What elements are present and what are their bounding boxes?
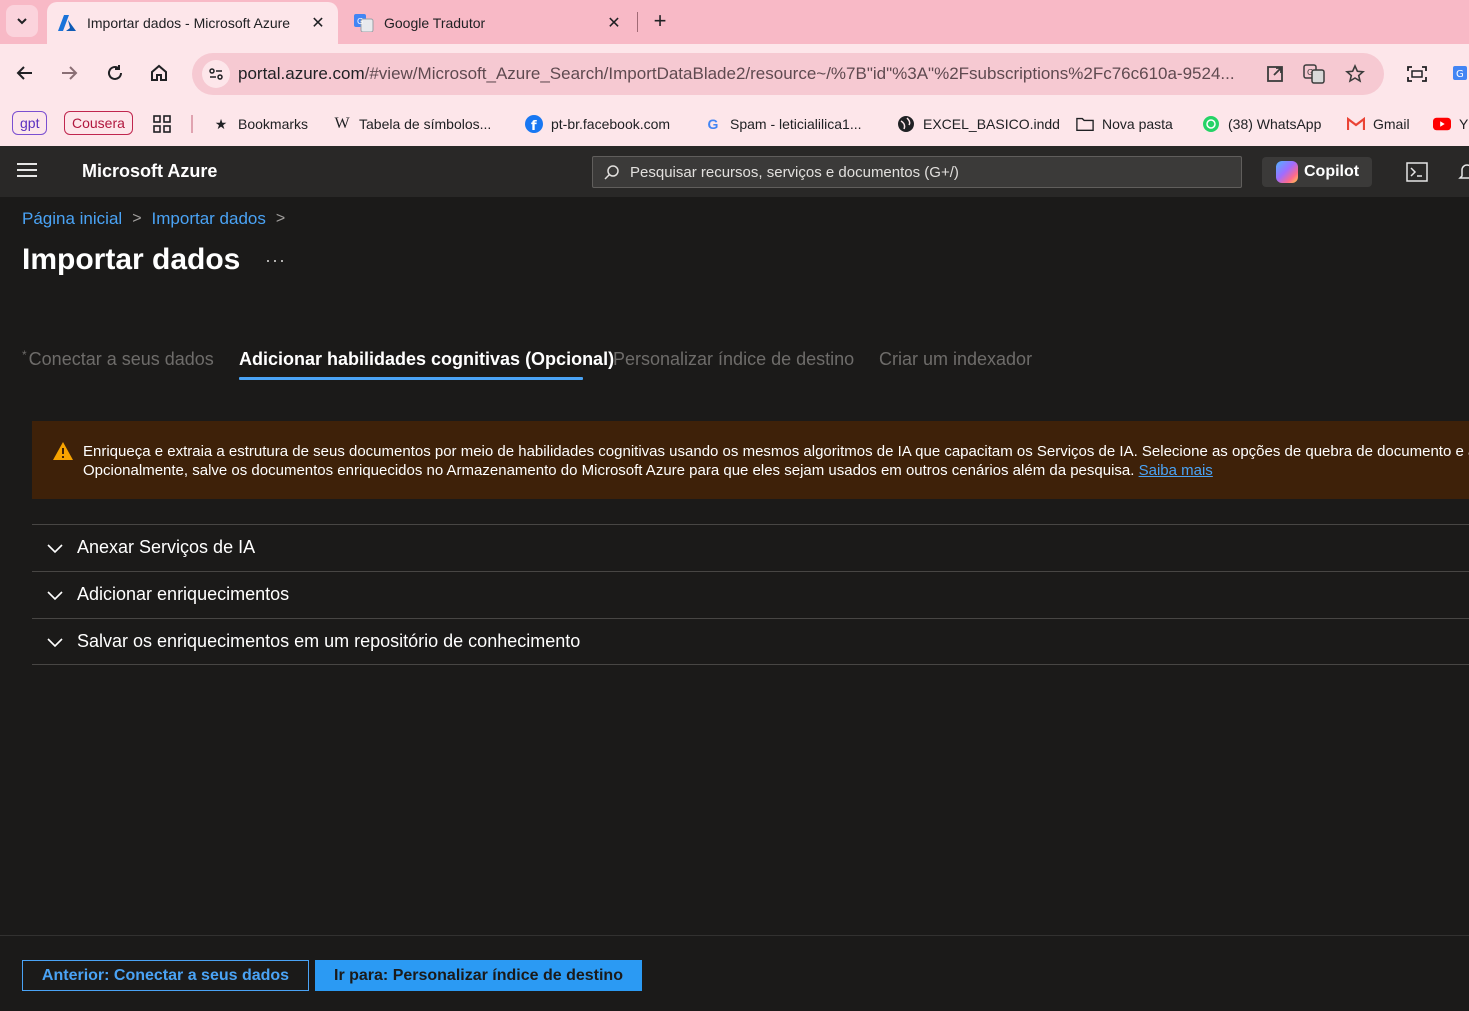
- chevron-down-icon: [47, 591, 63, 601]
- bookmark-gpt[interactable]: gpt: [12, 111, 48, 135]
- search-placeholder: Pesquisar recursos, serviços e documento…: [630, 164, 959, 181]
- close-icon[interactable]: ✕: [306, 11, 330, 35]
- svg-text:G: G: [1307, 68, 1313, 77]
- open-in-app-icon[interactable]: [1264, 63, 1286, 85]
- browser-toolbar: portal.azure.com/#view/Microsoft_Azure_S…: [0, 44, 1469, 102]
- arrow-right-icon: [62, 66, 78, 80]
- copilot-label: Copilot: [1304, 163, 1360, 180]
- copilot-button[interactable]: Copilot: [1262, 157, 1372, 187]
- arrow-left-icon: [16, 66, 32, 80]
- tab-title: Importar dados - Microsoft Azure: [87, 15, 291, 31]
- more-options-icon[interactable]: ···: [265, 250, 286, 271]
- browser-tab-translate[interactable]: G Google Tradutor ✕: [344, 2, 634, 44]
- bookmark-gmail[interactable]: Gmail: [1347, 112, 1410, 136]
- next-button[interactable]: Ir para: Personalizar índice de destino: [315, 960, 642, 991]
- tab-title: Google Tradutor: [384, 15, 486, 31]
- copilot-icon: [1276, 161, 1298, 183]
- chevron-down-icon: [47, 638, 63, 648]
- chevron-down-icon: [47, 544, 63, 554]
- bookmark-tabela[interactable]: W Tabela de símbolos...: [333, 112, 491, 136]
- svg-text:G: G: [357, 17, 363, 26]
- browser-tab-bar: Importar dados - Microsoft Azure ✕ G Goo…: [0, 0, 1469, 44]
- warning-banner: Enriqueça e extraia a estrutura de seus …: [32, 421, 1469, 499]
- tab-habilidades[interactable]: Adicionar habilidades cognitivas (Opcion…: [239, 349, 614, 370]
- facebook-icon: f: [525, 115, 543, 133]
- bookmark-excel[interactable]: EXCEL_BASICO.indd: [897, 112, 1060, 136]
- bookmark-whatsapp[interactable]: (38) WhatsApp: [1202, 112, 1321, 136]
- accordion-label: Anexar Serviços de IA: [77, 537, 256, 557]
- bookmark-youtube[interactable]: Y: [1433, 112, 1468, 136]
- saiba-mais-link[interactable]: Saiba mais: [1139, 462, 1213, 479]
- accordion-anexar-servicos[interactable]: Anexar Serviços de IA: [32, 524, 1469, 571]
- required-asterisk: *: [22, 348, 27, 362]
- bookmarks-bar: gpt Cousera ★ Bookmarks W Tabela de símbol…: [0, 102, 1469, 146]
- globe-icon: [897, 115, 915, 133]
- bookmark-separator: [191, 115, 193, 133]
- tab-search-button[interactable]: [6, 5, 38, 37]
- screenshot-icon[interactable]: [1405, 62, 1429, 86]
- reload-button[interactable]: [100, 58, 130, 88]
- chevron-right-icon: >: [275, 210, 286, 227]
- close-icon[interactable]: ✕: [602, 11, 626, 35]
- youtube-icon: [1433, 115, 1451, 133]
- translate-page-icon[interactable]: G: [1303, 63, 1325, 85]
- accordion-salvar-enriquecimentos[interactable]: Salvar os enriquecimentos em um repositó…: [32, 618, 1469, 665]
- breadcrumb-importar[interactable]: Importar dados: [152, 209, 266, 229]
- home-button[interactable]: [144, 58, 174, 88]
- bookmark-cousera[interactable]: Cousera: [64, 111, 133, 135]
- tab-conectar[interactable]: * Conectar a seus dados: [22, 348, 214, 370]
- svg-text:G: G: [1456, 69, 1464, 80]
- page-title: Importar dados: [22, 243, 241, 276]
- url-text[interactable]: portal.azure.com/#view/Microsoft_Azure_S…: [238, 64, 1248, 84]
- azure-top-bar: Microsoft Azure Pesquisar recursos, serv…: [0, 146, 1469, 197]
- footer-divider: [0, 935, 1469, 936]
- reload-icon: [108, 65, 122, 80]
- accordion-adicionar-enriquecimentos[interactable]: Adicionar enriquecimentos: [32, 571, 1469, 618]
- hamburger-menu-icon[interactable]: [17, 163, 37, 179]
- bookmark-star-icon[interactable]: [1344, 63, 1366, 85]
- warning-icon: [53, 442, 73, 460]
- wikipedia-icon: W: [334, 115, 350, 132]
- browser-tab-azure[interactable]: Importar dados - Microsoft Azure ✕: [47, 2, 338, 44]
- warning-text: Enriqueça e extraia a estrutura de seus …: [83, 443, 1469, 479]
- active-tab-indicator: [239, 377, 583, 380]
- accordion-divider: [32, 664, 1469, 665]
- chevron-right-icon: >: [132, 210, 142, 227]
- home-icon: [151, 64, 167, 81]
- accordion-label: Adicionar enriquecimentos: [77, 584, 290, 604]
- tab-indexador[interactable]: Criar um indexador: [879, 349, 1032, 370]
- new-tab-button[interactable]: +: [646, 7, 674, 35]
- bookmark-spam[interactable]: G Spam - leticialilica1...: [704, 112, 862, 136]
- svg-text:f: f: [531, 119, 537, 133]
- bookmark-facebook[interactable]: f pt-br.facebook.com: [525, 112, 670, 136]
- site-info-icon[interactable]: [202, 60, 230, 88]
- address-bar[interactable]: portal.azure.com/#view/Microsoft_Azure_S…: [192, 53, 1384, 95]
- azure-logo-icon: [57, 13, 77, 33]
- folder-icon: [1076, 115, 1094, 133]
- previous-button[interactable]: Anterior: Conectar a seus dados: [22, 960, 309, 991]
- forward-button[interactable]: [54, 58, 84, 88]
- search-icon: [604, 165, 619, 180]
- breadcrumb: Página inicial > Importar dados >: [22, 209, 295, 229]
- gmail-icon: [1347, 115, 1365, 133]
- chevron-down-icon: [17, 18, 27, 25]
- star-icon: ★: [214, 115, 228, 132]
- whatsapp-icon: [1202, 115, 1220, 133]
- apps-grid-icon[interactable]: [152, 112, 172, 136]
- extension-icon[interactable]: G: [1449, 62, 1469, 86]
- accordion-label: Salvar os enriquecimentos em um repositó…: [77, 631, 581, 651]
- bookmark-bookmarks[interactable]: ★ Bookmarks: [212, 112, 308, 136]
- back-button[interactable]: [10, 58, 40, 88]
- tab-separator: [637, 12, 638, 32]
- bookmark-nova-pasta[interactable]: Nova pasta: [1076, 112, 1173, 136]
- azure-brand[interactable]: Microsoft Azure: [82, 161, 217, 182]
- google-icon: G: [707, 116, 719, 132]
- cloud-shell-icon[interactable]: [1405, 160, 1429, 184]
- search-input[interactable]: Pesquisar recursos, serviços e documento…: [592, 156, 1242, 188]
- breadcrumb-home[interactable]: Página inicial: [22, 209, 122, 229]
- google-translate-icon: G: [354, 13, 374, 33]
- tab-personalizar[interactable]: Personalizar índice de destino: [613, 349, 854, 370]
- notifications-bell-icon[interactable]: [1455, 160, 1469, 184]
